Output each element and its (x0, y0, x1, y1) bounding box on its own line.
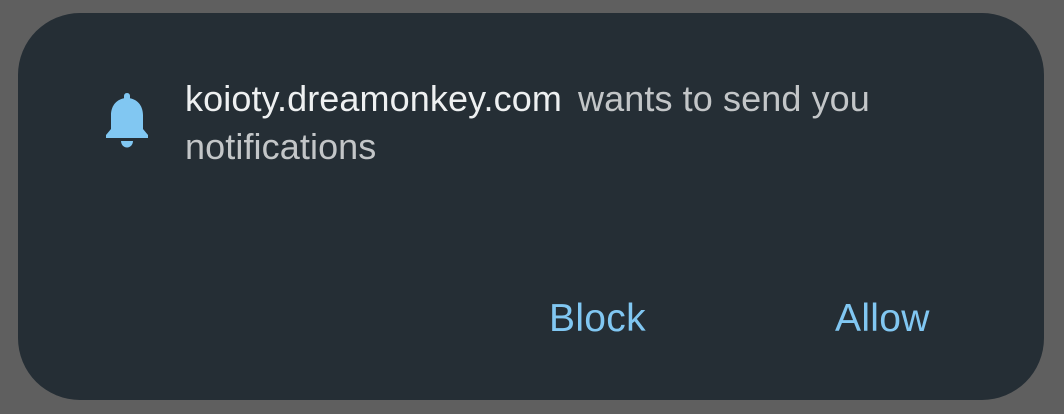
bell-icon (106, 93, 148, 148)
notification-permission-dialog: koioty.dreamonkey.com wants to send you … (18, 13, 1044, 400)
permission-message: koioty.dreamonkey.com wants to send you … (185, 75, 945, 171)
site-origin: koioty.dreamonkey.com (185, 78, 562, 119)
block-button[interactable]: Block (549, 295, 646, 343)
allow-button[interactable]: Allow (835, 295, 930, 343)
